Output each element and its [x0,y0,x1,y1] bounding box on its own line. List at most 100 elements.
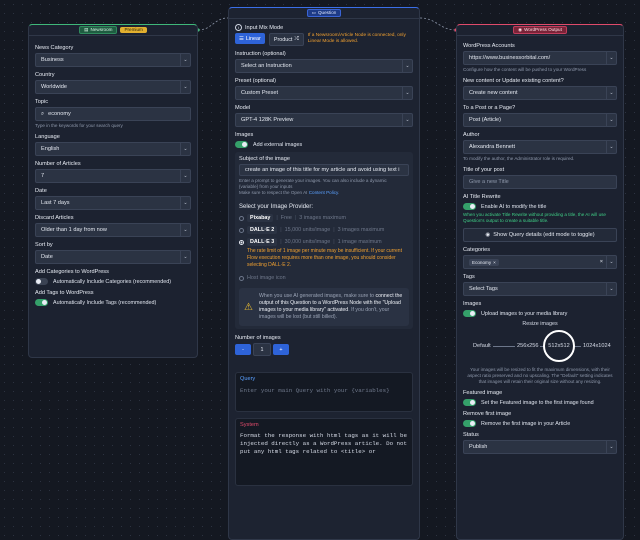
rewrite-hint: When you activate Title Rewrite without … [463,212,606,223]
increment-button[interactable]: + [273,344,289,355]
size-512-selected[interactable]: 512x512 [543,330,575,362]
topic-hint: Type in the keywords for your search que… [35,123,123,128]
language-select[interactable]: English ⌄ [35,142,191,156]
external-images-toggle[interactable] [235,141,248,148]
author-label: Author [463,132,480,138]
category-select[interactable]: Business ⌄ [35,53,191,67]
categories-label: Categories [463,247,491,253]
newsroom-tag: ▤ Newsroom [79,26,118,34]
rewrite-toggle[interactable] [463,203,476,210]
chevron-down-icon: ⌄ [180,170,190,182]
chevron-down-icon: ⌄ [180,81,190,93]
resize-slider[interactable]: Default 256x256 512x512 1024x1024 [463,327,617,365]
accounts-select[interactable]: https://www.businessorbital.com/⌄ [463,51,617,65]
accounts-label: WordPress Accounts [463,43,515,49]
remove-toggle[interactable] [463,420,476,427]
system-box[interactable]: System Format the response with html tag… [235,418,413,486]
num-images-stepper[interactable]: - 1 + [235,343,413,356]
radio-dalle3[interactable] [239,239,244,245]
chevron-down-icon: ⌄ [606,87,616,99]
chevron-down-icon: ⌄ [402,60,412,72]
new-content-select[interactable]: Create new content ⌄ [463,86,617,100]
provider-dalle3[interactable]: DALL·E 3 | 30,000 units/image | 1 image ma… [239,236,409,248]
post-select[interactable]: Post (Article) ⌄ [463,113,617,127]
query-details-toggle[interactable]: ◉ Show Query details (edit mode to toggle… [463,228,617,242]
chevron-down-icon: ⌄ [180,224,190,236]
post-label: To a Post or a Page? [463,105,516,111]
clear-icon[interactable]: × [600,259,603,265]
info-icon: i [235,24,242,31]
decrement-button[interactable]: - [235,344,251,355]
subject-input[interactable]: create an image of this title for my art… [239,164,409,176]
topic-input[interactable]: ⌕ economy [35,107,191,121]
accounts-hint: Configure how the content will be pushed… [463,67,587,72]
categories-toggle[interactable] [35,278,48,285]
instruction-label: Instruction (optional) [235,51,286,57]
content-policy-link[interactable]: Content Policy [309,190,338,195]
new-content-label: New content or Update existing content? [463,78,564,84]
preset-select[interactable]: Custom Preset ⌄ [235,86,413,100]
chevron-down-icon: ⌄ [606,441,616,453]
wordpress-node[interactable]: ◉ WordPress Output WordPress Accounts ht… [456,24,624,540]
add-categories-label: Add Categories to WordPress [35,269,109,275]
query-label: Query [240,376,256,382]
model-label: Model [235,105,251,111]
input-mix-label: Input Mix Mode [245,24,284,31]
featured-label: Featured image [463,390,503,396]
size-1024[interactable]: 1024x1024 [581,343,613,349]
country-label: Country [35,72,55,78]
num-images-value[interactable]: 1 [253,343,271,356]
language-label: Language [35,134,60,140]
radio-dalle2[interactable] [239,227,244,233]
title-input[interactable]: Give a new Title [463,175,617,189]
featured-toggle[interactable] [463,399,476,406]
size-256[interactable]: 256x256 [515,343,541,349]
discard-select[interactable]: Older than 1 day from now ⌄ [35,223,191,237]
size-default[interactable]: Default [471,343,493,349]
status-select[interactable]: Publish ⌄ [463,440,617,454]
query-input[interactable]: Enter your main Query with your {variabl… [240,387,408,394]
question-node[interactable]: ▭ Question i Input Mix Mode ☰ Linear Prod… [228,7,420,540]
remove-label: Remove first image [463,411,512,417]
close-icon[interactable]: × [493,260,496,265]
newsroom-node[interactable]: ▤ Newsroom Premium News Category Busines… [28,24,198,358]
sort-select[interactable]: Date ⌄ [35,250,191,264]
country-select[interactable]: Worldwide ⌄ [35,80,191,94]
num-images-label: Number of images [235,335,281,341]
upload-toggle[interactable] [463,310,476,317]
articles-select[interactable]: 7 ⌄ [35,169,191,183]
discard-label: Discard Articles [35,215,74,221]
chevron-down-icon: ⌄ [606,114,616,126]
radio-pixabay[interactable] [239,215,244,221]
rewrite-label: AI Title Rewrite [463,194,501,200]
tags-toggle[interactable] [35,299,48,306]
system-input[interactable]: Format the response with html tags as it… [240,432,408,456]
provider-dalle2[interactable]: DALL·E 2 | 15,000 units/image | 3 images m… [239,224,409,236]
categories-select[interactable]: Economy × × ⌄ [463,255,617,269]
chevron-down-icon: ⌄ [180,54,190,66]
author-select[interactable]: Alexandra Bennett ⌄ [463,140,617,154]
chevron-down-icon: ⌄ [180,251,190,263]
linear-button[interactable]: ☰ Linear [235,33,265,44]
date-select[interactable]: Last 7 days ⌄ [35,196,191,210]
category-chip[interactable]: Economy × [469,258,499,266]
provider-pixabay[interactable]: Pixabay | Free | 3 images maximum [239,212,409,224]
product-button[interactable]: Product ⤮ [268,33,304,46]
preset-label: Preset (optional) [235,78,277,84]
chevron-down-icon: ⌄ [606,52,616,64]
query-box[interactable]: Query Enter your main Query with your {v… [235,372,413,412]
author-hint: To modify the author, the Administrator … [463,156,575,161]
instruction-select[interactable]: Select an Instruction ⌄ [235,59,413,73]
linear-icon: ☰ [239,35,244,42]
eye-icon: ◉ [485,232,491,238]
model-select[interactable]: GPT-4 128K Preview ⌄ [235,113,413,127]
radio-host-image[interactable] [239,275,244,281]
search-icon: ⌕ [41,110,45,117]
tags-label: Tags [463,274,475,280]
wordpress-header: ◉ WordPress Output [457,25,623,36]
title-label: Title of your post [463,167,505,173]
tags-select[interactable]: Select Tags ⌄ [463,282,617,296]
host-image-icon-row[interactable]: Host image icon [239,272,409,284]
wp-images-label: Images [463,301,482,307]
resize-hint: Your images will be resized to fit the m… [467,367,613,384]
